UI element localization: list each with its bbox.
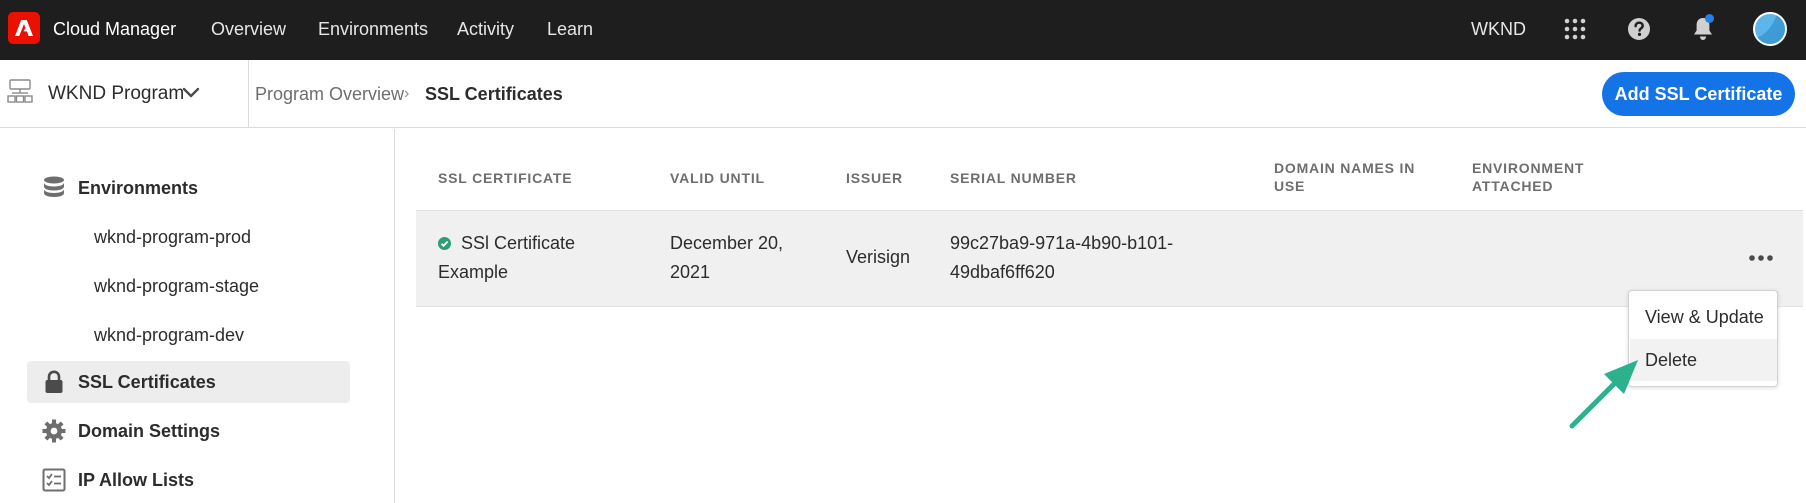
annotation-arrow-icon [1569, 360, 1638, 429]
lock-glyph [45, 370, 63, 393]
program-header: WKND Program Program Overview › SSL Cert… [0, 60, 1806, 128]
sidebar-item-env-prod[interactable]: wknd-program-prod [94, 227, 251, 248]
menu-item-view-update[interactable]: View & Update [1630, 296, 1777, 338]
status-check-icon [438, 237, 451, 250]
avatar-shape [1755, 14, 1785, 44]
adobe-logo-icon[interactable] [8, 12, 40, 44]
sidebar-item-env-stage[interactable]: wknd-program-stage [94, 276, 259, 297]
add-ssl-certificate-button[interactable]: Add SSL Certificate [1602, 72, 1795, 116]
notification-dot [1705, 14, 1714, 23]
grid-glyph [1564, 18, 1586, 40]
column-header-valid-until[interactable]: VALID UNTIL [670, 169, 765, 187]
checklist-glyph [42, 468, 66, 492]
nav-overview[interactable]: Overview [211, 0, 286, 60]
column-header-serial[interactable]: SERIAL NUMBER [950, 169, 1077, 187]
column-header-domains[interactable]: DOMAIN NAMES IN USE [1274, 159, 1415, 195]
cell-certificate-name: SSl Certificate Example [438, 229, 575, 287]
app-switcher-icon[interactable] [1560, 14, 1590, 44]
more-actions-icon[interactable] [1743, 244, 1779, 272]
bell-icon[interactable] [1688, 14, 1718, 44]
help-icon[interactable] [1624, 14, 1654, 44]
column-header-environment[interactable]: ENVIRONMENT ATTACHED [1472, 159, 1584, 195]
cell-issuer: Verisign [846, 247, 911, 267]
breadcrumb-program-overview[interactable]: Program Overview [249, 60, 404, 128]
column-header-certificate[interactable]: SSL CERTIFICATE [438, 169, 572, 187]
sidebar-item-domain-settings[interactable]: Domain Settings [27, 410, 350, 452]
cell-certificate-line1: SSl Certificate [461, 233, 576, 253]
top-navigation-bar: Cloud Manager Overview Environments Acti… [0, 0, 1806, 60]
sidebar-label-ssl: SSL Certificates [78, 371, 216, 392]
column-header-environment-line2: ATTACHED [1472, 178, 1554, 194]
cell-serial-number: 99c27ba9-971a-4b90-b101- 49dbaf6ff620 [950, 229, 1173, 287]
program-glyph [7, 79, 33, 103]
nav-learn[interactable]: Learn [547, 0, 593, 60]
ellipsis-glyph [1749, 255, 1773, 261]
program-icon [7, 78, 33, 104]
column-header-issuer[interactable]: ISSUER [846, 169, 903, 187]
cell-serial-line1: 99c27ba9-971a-4b90-b101- [950, 233, 1174, 253]
breadcrumb-current: SSL Certificates [425, 84, 563, 104]
nav-environments[interactable]: Environments [318, 0, 428, 60]
database-glyph [44, 176, 64, 197]
avatar[interactable] [1753, 12, 1787, 46]
sidebar-item-env-dev[interactable]: wknd-program-dev [94, 325, 244, 346]
sidebar-item-ip-allow-lists[interactable]: IP Allow Lists [27, 459, 350, 501]
sidebar-label-environments: Environments [78, 177, 199, 198]
menu-item-delete[interactable]: Delete [1630, 339, 1777, 381]
cell-certificate-line2: Example [438, 262, 509, 282]
cell-serial-line2: 49dbaf6ff620 [950, 262, 1055, 282]
checklist-icon [42, 468, 66, 492]
sidebar-label-ip: IP Allow Lists [78, 469, 195, 490]
sidebar-item-environments[interactable]: Environments [27, 167, 350, 209]
cell-valid-line2: 2021 [670, 262, 711, 282]
program-switcher[interactable]: WKND Program [48, 60, 184, 128]
chevron-glyph [182, 87, 200, 98]
cell-valid-line1: December 20, [670, 233, 784, 253]
sidebar: Environments wknd-program-prod wknd-prog… [0, 129, 395, 503]
gear-icon [42, 419, 66, 443]
gear-glyph [42, 419, 66, 443]
sidebar-item-ssl-certificates[interactable]: SSL Certificates [27, 361, 350, 403]
app-title[interactable]: Cloud Manager [53, 0, 176, 60]
org-switcher[interactable]: WKND [1471, 0, 1526, 60]
actions-menu: View & Update Delete [1628, 290, 1778, 387]
sidebar-label-domain: Domain Settings [78, 420, 221, 441]
lock-icon [42, 370, 66, 394]
column-header-environment-line1: ENVIRONMENT [1472, 160, 1585, 176]
breadcrumb-separator-icon: › [404, 85, 410, 102]
cell-valid-until: December 20, 2021 [670, 229, 783, 287]
database-icon [42, 176, 66, 200]
chevron-down-icon[interactable] [182, 86, 200, 100]
column-header-domains-line2: USE [1274, 178, 1306, 194]
column-header-domains-line1: DOMAIN NAMES IN [1274, 160, 1416, 176]
adobe-a-glyph [15, 20, 33, 36]
help-glyph [1628, 18, 1650, 40]
nav-activity[interactable]: Activity [457, 0, 514, 60]
check-glyph [440, 240, 449, 248]
